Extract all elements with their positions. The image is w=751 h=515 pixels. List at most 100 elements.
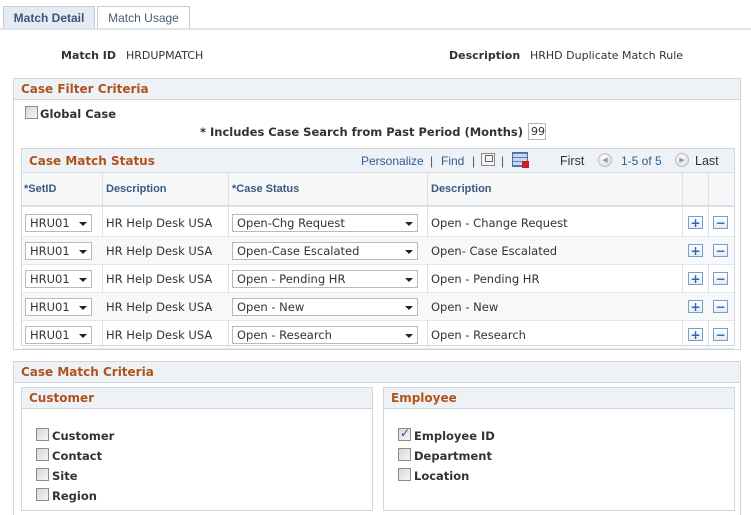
chevron-down-icon xyxy=(79,250,87,254)
delete-row-button[interactable]: − xyxy=(713,328,728,341)
previous-row-icon[interactable]: ◀ xyxy=(598,153,612,167)
setid-description: HR Help Desk USA xyxy=(106,244,213,258)
case-status-description: Open - Research xyxy=(431,328,526,342)
case-status-select[interactable]: Open-Case Escalated xyxy=(232,242,418,260)
column-header-case-status[interactable]: *Case Status xyxy=(232,183,299,195)
contact-label: Contact xyxy=(52,449,103,463)
tab-match-detail[interactable]: Match Detail xyxy=(3,6,95,29)
case-status-value: Open-Chg Request xyxy=(237,216,345,230)
site-checkbox[interactable] xyxy=(36,468,49,481)
employee-group-title: Employee xyxy=(384,388,734,409)
delete-row-button[interactable]: − xyxy=(713,216,728,229)
description-value: HRHD Duplicate Match Rule xyxy=(530,49,684,62)
column-header-setid[interactable]: *SetID xyxy=(24,183,56,195)
past-period-label: * Includes Case Search from Past Period … xyxy=(200,125,524,139)
setid-description: HR Help Desk USA xyxy=(106,328,213,342)
customer-group: Customer Customer Contact Site Region xyxy=(21,387,373,511)
past-period-input[interactable]: 99 xyxy=(528,123,546,140)
setid-select[interactable]: HRU01 xyxy=(25,298,92,316)
setid-select[interactable]: HRU01 xyxy=(25,214,92,232)
region-checkbox[interactable] xyxy=(36,488,49,501)
chevron-down-icon xyxy=(79,334,87,338)
employee-group: Employee Employee ID Department Location xyxy=(383,387,735,511)
add-row-button[interactable]: + xyxy=(688,244,703,257)
setid-value: HRU01 xyxy=(30,244,70,258)
chevron-down-icon xyxy=(405,278,413,282)
add-row-button[interactable]: + xyxy=(688,272,703,285)
case-status-value: Open - New xyxy=(237,300,305,314)
next-row-icon[interactable]: ▶ xyxy=(675,153,689,167)
first-label[interactable]: First xyxy=(560,154,584,168)
case-filter-criteria-title: Case Filter Criteria xyxy=(14,79,740,100)
chevron-down-icon xyxy=(79,222,87,226)
plus-icon: + xyxy=(690,243,701,258)
delete-row-button[interactable]: − xyxy=(713,272,728,285)
separator: | xyxy=(501,154,505,168)
table-row: HRU01 HR Help Desk USA Open - Research Open… xyxy=(22,321,734,349)
global-case-checkbox[interactable] xyxy=(25,106,38,119)
minus-icon: − xyxy=(715,215,726,230)
last-label[interactable]: Last xyxy=(695,154,719,168)
setid-description: HR Help Desk USA xyxy=(106,216,213,230)
case-status-description: Open - Change Request xyxy=(431,216,568,230)
setid-value: HRU01 xyxy=(30,216,70,230)
case-status-select[interactable]: Open - Research xyxy=(232,326,418,344)
setid-description: HR Help Desk USA xyxy=(106,272,213,286)
chevron-down-icon xyxy=(405,250,413,254)
add-row-button[interactable]: + xyxy=(688,328,703,341)
view-all-icon[interactable] xyxy=(481,153,495,166)
setid-select[interactable]: HRU01 xyxy=(25,326,92,344)
case-status-value: Open-Case Escalated xyxy=(237,244,360,258)
grid-header: Case Match Status Personalize | Find | |… xyxy=(22,149,734,173)
row-range: 1-5 of 5 xyxy=(621,154,662,168)
match-id-label: Match ID xyxy=(61,49,117,62)
download-spreadsheet-icon[interactable] xyxy=(512,152,529,168)
separator: | xyxy=(430,154,434,168)
case-status-description: Open - Pending HR xyxy=(431,272,540,286)
minus-icon: − xyxy=(715,299,726,314)
case-status-value: Open - Research xyxy=(237,328,332,342)
location-label: Location xyxy=(414,469,470,483)
region-label: Region xyxy=(52,489,97,503)
plus-icon: + xyxy=(690,299,701,314)
setid-select[interactable]: HRU01 xyxy=(25,270,92,288)
customer-label: Customer xyxy=(52,429,115,443)
description-label: Description xyxy=(449,49,521,62)
customer-checkbox[interactable] xyxy=(36,428,49,441)
employee-id-label: Employee ID xyxy=(414,429,495,443)
employee-id-checkbox[interactable] xyxy=(398,426,411,441)
column-header-status-description[interactable]: Description xyxy=(431,183,492,195)
delete-row-button[interactable]: − xyxy=(713,244,728,257)
minus-icon: − xyxy=(715,271,726,286)
table-row: HRU01 HR Help Desk USA Open-Chg Request Ope… xyxy=(22,209,734,237)
find-link[interactable]: Find xyxy=(441,154,464,168)
personalize-link[interactable]: Personalize xyxy=(361,154,424,168)
contact-checkbox[interactable] xyxy=(36,448,49,461)
case-status-select[interactable]: Open-Chg Request xyxy=(232,214,418,232)
add-row-button[interactable]: + xyxy=(688,216,703,229)
case-match-criteria-group: Case Match Criteria Customer Customer Con… xyxy=(13,361,741,515)
case-status-select[interactable]: Open - New xyxy=(232,298,418,316)
location-checkbox[interactable] xyxy=(398,468,411,481)
department-checkbox[interactable] xyxy=(398,448,411,461)
case-status-select[interactable]: Open - Pending HR xyxy=(232,270,418,288)
case-status-description: Open - New xyxy=(431,300,499,314)
tab-match-usage[interactable]: Match Usage xyxy=(97,6,190,29)
chevron-down-icon xyxy=(79,278,87,282)
case-match-criteria-title: Case Match Criteria xyxy=(14,362,740,383)
add-row-button[interactable]: + xyxy=(688,300,703,313)
setid-description: HR Help Desk USA xyxy=(106,300,213,314)
site-label: Site xyxy=(52,469,78,483)
customer-group-title: Customer xyxy=(22,388,372,409)
case-match-status-grid: Case Match Status Personalize | Find | |… xyxy=(21,148,735,349)
chevron-down-icon xyxy=(79,306,87,310)
column-header-description[interactable]: Description xyxy=(106,183,167,195)
setid-select[interactable]: HRU01 xyxy=(25,242,92,260)
column-headers: *SetID Description *Case Status Descript… xyxy=(22,173,734,207)
chevron-down-icon xyxy=(405,334,413,338)
setid-value: HRU01 xyxy=(30,300,70,314)
delete-row-button[interactable]: − xyxy=(713,300,728,313)
setid-value: HRU01 xyxy=(30,272,70,286)
minus-icon: − xyxy=(715,243,726,258)
plus-icon: + xyxy=(690,215,701,230)
